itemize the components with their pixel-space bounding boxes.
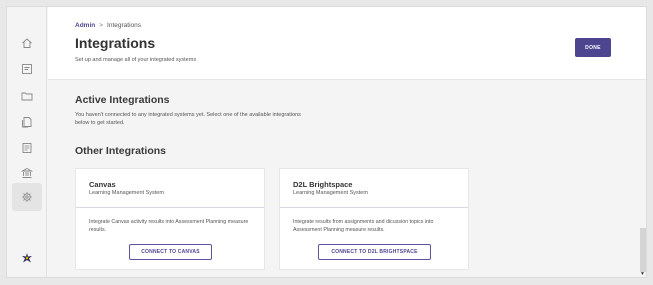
card-title: D2L Brightspace — [293, 180, 353, 189]
logo-icon — [22, 253, 32, 263]
scroll-down-icon[interactable]: ▼ — [640, 272, 645, 277]
scrollbar[interactable]: ▼ — [640, 228, 646, 277]
connect-d2l-button[interactable]: CONNECT TO D2L BRIGHTSPACE — [318, 244, 431, 260]
sidebar-item-settings[interactable] — [12, 183, 42, 211]
card-divider — [280, 207, 468, 208]
report-icon — [22, 143, 32, 153]
breadcrumb-current: Integrations — [107, 22, 141, 29]
sidebar-item-dashboard[interactable] — [12, 55, 42, 83]
home-icon — [22, 38, 32, 48]
dashboard-icon — [22, 64, 32, 74]
page-subtitle: Set up and manage all of your integrated… — [75, 57, 197, 63]
sidebar-item-home[interactable] — [12, 29, 42, 57]
card-description: Integrate Canvas activity results into A… — [89, 219, 249, 233]
app-window: Admin > Integrations Integrations Set up a… — [6, 6, 647, 278]
sidebar-item-reports[interactable] — [12, 134, 42, 162]
document-icon — [22, 117, 32, 128]
breadcrumb: Admin > Integrations — [75, 22, 141, 29]
main-content: Active Integrations You haven't connecte… — [48, 81, 646, 277]
card-subtitle: Learning Management System — [89, 190, 164, 196]
integration-card-canvas: Canvas Learning Management System Integr… — [75, 168, 265, 270]
connect-canvas-button[interactable]: CONNECT TO CANVAS — [129, 244, 212, 260]
sidebar — [7, 7, 47, 277]
card-title: Canvas — [89, 180, 116, 189]
page-title: Integrations — [75, 35, 156, 51]
card-divider — [76, 207, 264, 208]
card-subtitle: Learning Management System — [293, 190, 368, 196]
card-description: Integrate results from assignments and d… — [293, 219, 434, 233]
breadcrumb-admin-link[interactable]: Admin — [75, 22, 95, 29]
other-integrations-title: Other Integrations — [75, 145, 167, 157]
institution-icon — [21, 167, 33, 178]
gear-icon — [22, 192, 32, 202]
integration-card-d2l: D2L Brightspace Learning Management Syst… — [279, 168, 469, 270]
folder-icon — [21, 92, 33, 101]
breadcrumb-separator: > — [99, 22, 104, 29]
done-button[interactable]: DONE — [575, 38, 611, 57]
sidebar-logo[interactable] — [12, 244, 42, 272]
active-integrations-description: You haven't connected to any integrated … — [75, 112, 301, 126]
active-integrations-title: Active Integrations — [75, 94, 170, 106]
scrollbar-thumb[interactable] — [640, 228, 646, 272]
page-header: Admin > Integrations Integrations Set up a… — [48, 7, 646, 80]
sidebar-item-folder[interactable] — [12, 82, 42, 110]
sidebar-item-documents[interactable] — [12, 108, 42, 136]
